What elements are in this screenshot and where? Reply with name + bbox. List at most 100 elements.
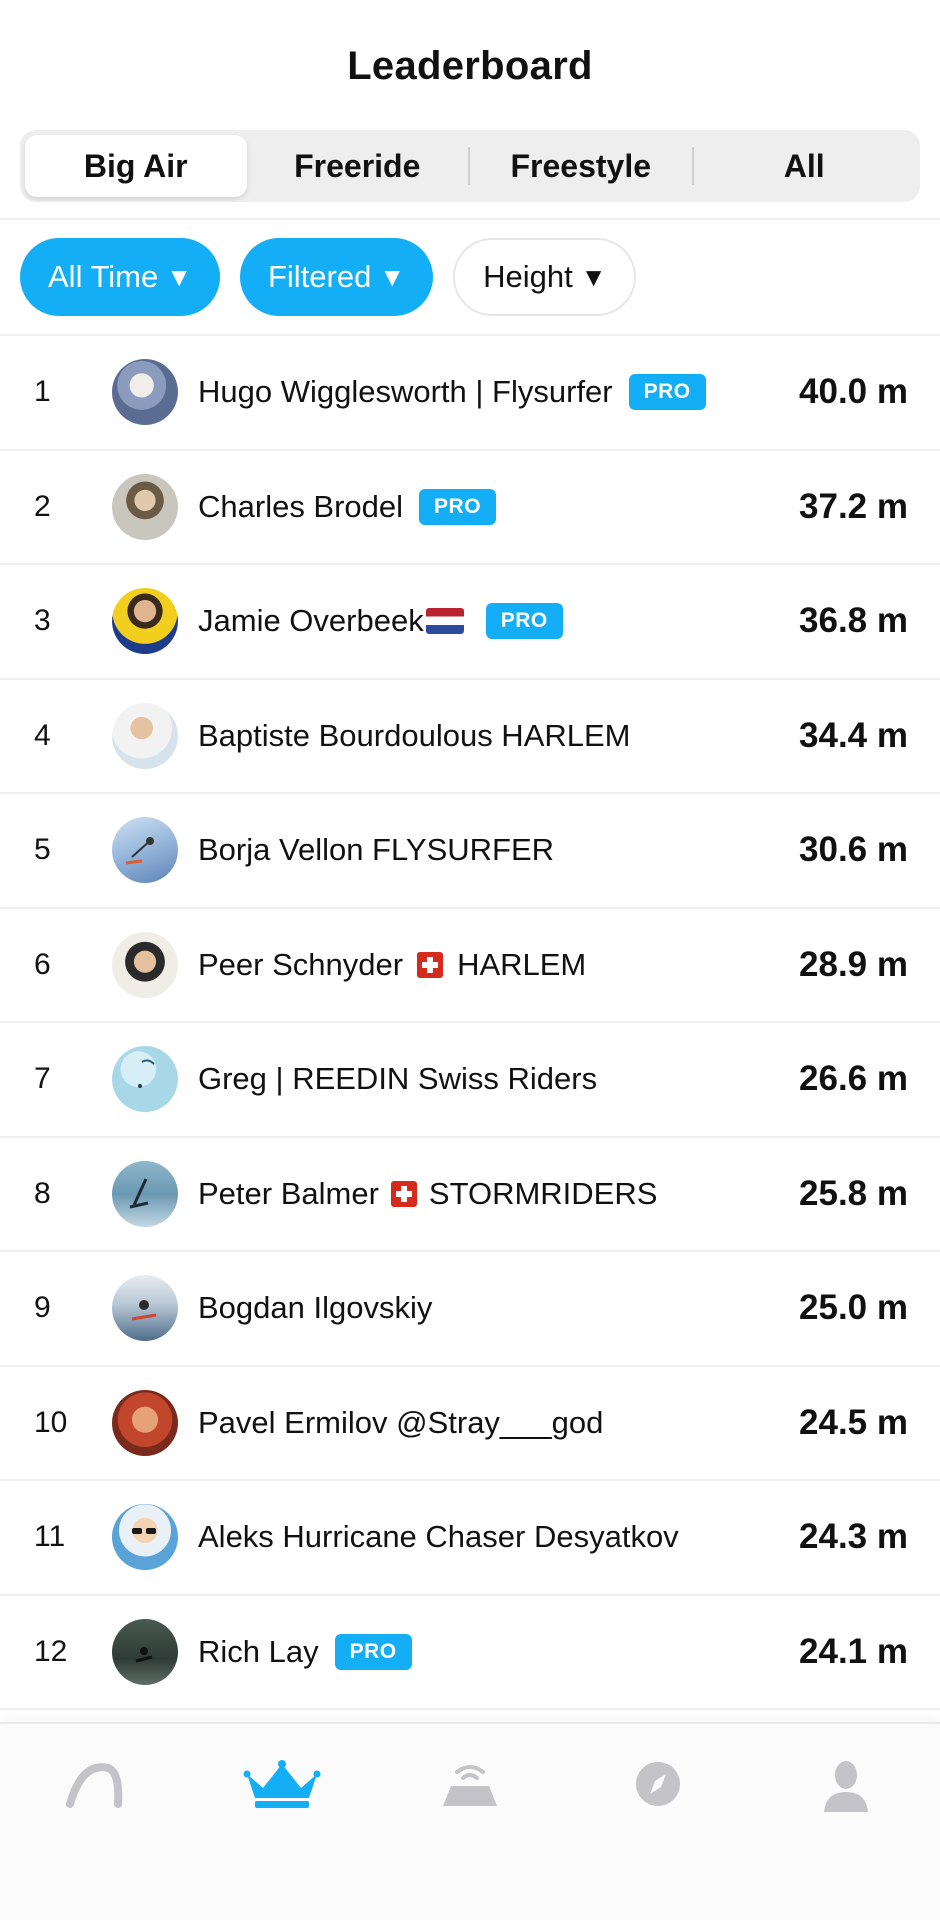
rank-number: 11 [34, 1520, 66, 1554]
filter-bar: All Time ▼ Filtered ▼ Height ▼ [0, 220, 940, 334]
kiter-silhouette-icon [125, 837, 154, 865]
segment-freestyle[interactable]: Freestyle [470, 135, 692, 197]
kiter-silhouette-icon [138, 1059, 155, 1089]
avatar [112, 817, 178, 884]
pro-badge: PRO [628, 374, 706, 411]
rider-name: Charles Brodel PRO [198, 488, 790, 525]
pro-badge: PRO [419, 488, 497, 525]
time-filter-label: All Time [48, 259, 159, 294]
rider-name: Baptiste Bourdoulous HARLEM [198, 717, 631, 753]
page-title: Leaderboard [347, 43, 593, 88]
switzerland-flag-icon [390, 1180, 417, 1207]
height-value: 26.6 m [799, 1059, 908, 1099]
leaderboard-row[interactable]: 7 Greg | REEDIN Swiss Riders 26.6 m [0, 1023, 940, 1138]
height-value: 36.8 m [799, 601, 908, 641]
avatar [112, 473, 178, 540]
pro-badge: PRO [334, 1633, 412, 1670]
rank-number: 2 [34, 489, 51, 523]
tab-profile[interactable] [801, 1758, 891, 1828]
leaderboard-row[interactable]: 2 Charles Brodel PRO 37.2 m [0, 451, 940, 565]
rider-name: Rich Lay PRO [198, 1633, 790, 1670]
rank-number: 5 [34, 833, 51, 867]
kiter-silhouette-icon [131, 1300, 157, 1321]
kiter-silhouette-icon [129, 1178, 149, 1209]
mode-filter-label: Filtered [267, 259, 372, 294]
leaderboard-row[interactable]: 6 Peer Schnyder HARLEM 28.9 m [0, 909, 940, 1023]
caret-down-icon: ▼ [166, 261, 192, 292]
height-value: 37.2 m [799, 486, 908, 526]
rank-number: 1 [34, 375, 51, 409]
rank-number: 6 [34, 947, 51, 981]
avatar [112, 702, 178, 769]
leaderboard-screen: Leaderboard Big Air Freeride Freestyle A… [0, 0, 940, 1920]
caret-down-icon: ▼ [379, 261, 406, 292]
avatar [112, 1046, 178, 1113]
height-value: 34.4 m [799, 715, 908, 755]
rank-number: 12 [34, 1634, 68, 1668]
height-value: 30.6 m [799, 830, 908, 870]
mode-filter-button[interactable]: Filtered ▼ [239, 238, 434, 316]
time-filter-button[interactable]: All Time ▼ [20, 238, 220, 316]
segment-all[interactable]: All [694, 135, 916, 197]
tab-leaderboard[interactable] [237, 1758, 327, 1828]
kiter-silhouette-icon [135, 1646, 153, 1663]
rank-number: 8 [34, 1176, 51, 1210]
leaderboard-row[interactable]: 1 Hugo Wigglesworth | Flysurfer PRO 40.0… [0, 336, 940, 451]
rider-name: Peter Balmer STORMRIDERS [198, 1175, 658, 1211]
profile-icon [824, 1761, 868, 1812]
rider-name: Borja Vellon FLYSURFER [198, 832, 555, 868]
caret-down-icon: ▼ [580, 261, 607, 292]
rider-name: Greg | REEDIN Swiss Riders [198, 1061, 598, 1097]
height-value: 25.0 m [799, 1288, 908, 1328]
leaderboard-row[interactable]: 12 Rich Lay PRO 24.1 m [0, 1596, 940, 1710]
rider-name: Hugo Wigglesworth | Flysurfer PRO [198, 374, 790, 411]
leaderboard-row[interactable]: 3 Jamie Overbeek PRO 36.8 m [0, 565, 940, 680]
segment-big-air[interactable]: Big Air [25, 135, 247, 197]
height-value: 25.8 m [799, 1173, 908, 1213]
leaderboard-row[interactable]: 9 Bogdan Ilgovskiy 25.0 m [0, 1252, 940, 1367]
switzerland-flag-icon [417, 951, 444, 978]
leaderboard-row[interactable]: 8 Peter Balmer STORMRIDERS 25.8 m [0, 1138, 940, 1252]
avatar [112, 931, 178, 998]
rank-number: 3 [34, 604, 51, 638]
height-value: 24.5 m [799, 1402, 908, 1442]
height-value: 28.9 m [799, 944, 908, 984]
tab-sessions[interactable] [49, 1758, 139, 1828]
rank-number: 7 [34, 1062, 51, 1096]
avatar [112, 1504, 178, 1571]
discipline-segmented-control: Big Air Freeride Freestyle All [20, 130, 920, 202]
rider-name: Aleks Hurricane Chaser Desyatkov [198, 1519, 679, 1555]
metric-filter-button[interactable]: Height ▼ [453, 238, 637, 316]
leaderboard-row[interactable]: 4 Baptiste Bourdoulous HARLEM 34.4 m [0, 680, 940, 794]
rider-name: Peer Schnyder HARLEM [198, 946, 587, 982]
metric-filter-label: Height [483, 259, 573, 294]
device-signal-icon [443, 1765, 497, 1806]
avatar [112, 1389, 178, 1456]
rank-number: 9 [34, 1291, 51, 1325]
leaderboard-row[interactable]: 10 Pavel Ermilov @Stray___god 24.5 m [0, 1367, 940, 1481]
tab-device[interactable] [425, 1758, 515, 1828]
avatar [112, 1275, 178, 1342]
crown-icon [243, 1760, 321, 1808]
avatar [112, 588, 178, 655]
pro-badge: PRO [485, 603, 563, 640]
header: Leaderboard [0, 0, 940, 128]
compass-icon [636, 1762, 680, 1806]
sunglasses-icon [132, 1528, 156, 1535]
leaderboard-row[interactable]: 11 Aleks Hurricane Chaser Desyatkov 24.3… [0, 1481, 940, 1596]
tab-bar [0, 1722, 940, 1920]
leaderboard-row[interactable]: 5 Borja Vellon FLYSURFER 30.6 m [0, 794, 940, 909]
height-value: 40.0 m [799, 372, 908, 412]
rider-name: Jamie Overbeek PRO [198, 603, 790, 640]
leaderboard-list: 1 Hugo Wigglesworth | Flysurfer PRO 40.0… [0, 334, 940, 1710]
rider-name: Pavel Ermilov @Stray___god [198, 1404, 604, 1440]
rider-name: Bogdan Ilgovskiy [198, 1290, 433, 1326]
height-value: 24.3 m [799, 1517, 908, 1557]
rank-number: 4 [34, 718, 51, 752]
avatar [112, 359, 178, 426]
height-value: 24.1 m [799, 1631, 908, 1671]
rank-number: 10 [34, 1405, 68, 1439]
avatar [112, 1618, 178, 1685]
tab-explore[interactable] [613, 1758, 703, 1828]
segment-freeride[interactable]: Freeride [247, 135, 469, 197]
